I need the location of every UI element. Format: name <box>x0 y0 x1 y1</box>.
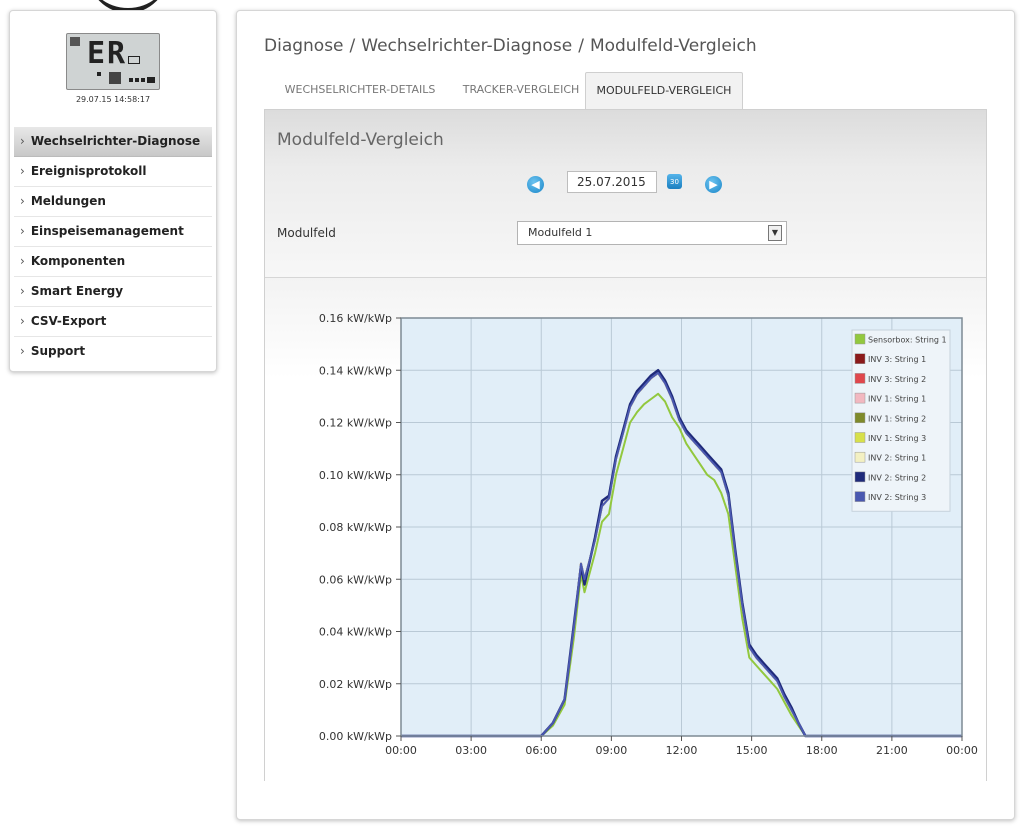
legend-label: INV 1: String 2 <box>868 414 926 423</box>
x-tick-label: 06:00 <box>525 744 557 757</box>
breadcrumb: Diagnose / Wechselrichter-Diagnose / Modulfe… <box>264 36 757 56</box>
dropdown-arrow-icon[interactable]: ▼ <box>768 225 782 241</box>
chevron-right-icon: › <box>20 134 25 148</box>
pv-icon <box>70 37 80 46</box>
sidebar-item-csv-export[interactable]: › CSV-Export <box>14 307 212 337</box>
breadcrumb-separator: / <box>349 36 356 56</box>
sidebar-item-label: Meldungen <box>30 194 106 208</box>
chevron-right-icon: › <box>20 344 25 358</box>
sidebar-item-support[interactable]: › Support <box>14 337 212 367</box>
x-tick-label: 00:00 <box>385 744 417 757</box>
x-tick-label: 09:00 <box>596 744 628 757</box>
legend-label: INV 2: String 1 <box>868 454 926 463</box>
y-tick-label: 0.02 kW/kWp <box>319 678 392 691</box>
tab-modulfeld-vergleich[interactable]: MODULFELD-VERGLEICH <box>585 72 743 110</box>
main-panel: Diagnose / Wechselrichter-Diagnose / Modulfe… <box>236 10 1015 820</box>
sidebar-item-label: CSV-Export <box>30 314 107 328</box>
y-tick-label: 0.08 kW/kWp <box>319 521 392 534</box>
tab-tracker-vergleich[interactable]: TRACKER-VERGLEICH <box>457 72 585 109</box>
y-tick-label: 0.14 kW/kWp <box>319 364 392 377</box>
sidebar-item-ereignisprotokoll[interactable]: › Ereignisprotokoll <box>14 157 212 187</box>
x-tick-label: 12:00 <box>666 744 698 757</box>
legend-label: Sensorbox: String 1 <box>868 336 947 345</box>
legend-swatch <box>854 471 866 483</box>
dot-icon <box>135 78 139 82</box>
legend-label: INV 2: String 3 <box>868 493 926 502</box>
display-text: ER <box>87 36 128 71</box>
chevron-right-icon[interactable]: ▶ <box>705 176 722 193</box>
panel-title: Modulfeld-Vergleich <box>277 130 444 150</box>
legend-label: INV 3: String 2 <box>868 375 926 384</box>
x-tick-label: 15:00 <box>736 744 768 757</box>
chevron-right-icon: › <box>20 224 25 238</box>
chevron-right-icon: › <box>20 254 25 268</box>
breadcrumb-diagnose[interactable]: Diagnose <box>264 36 344 56</box>
sidebar-item-label: Smart Energy <box>30 284 124 298</box>
sidebar-item-label: Komponenten <box>30 254 126 268</box>
legend-swatch <box>854 412 866 424</box>
legend-swatch <box>854 392 866 404</box>
modulfeld-select-value: Modulfeld 1 <box>528 226 593 239</box>
mail-icon <box>128 56 140 64</box>
sidebar-item-label: Ereignisprotokoll <box>30 164 147 178</box>
y-tick-label: 0.10 kW/kWp <box>319 469 392 482</box>
legend-label: INV 1: String 1 <box>868 395 926 404</box>
chart-area: 0.00 kW/kWp 0.02 kW/kWp 0.04 kW/kWp 0.06 kW… <box>265 278 986 781</box>
y-tick-label: 0.06 kW/kWp <box>319 573 392 586</box>
sidebar-item-wechselrichter-diagnose[interactable]: › Wechselrichter-Diagnose <box>14 127 212 157</box>
panel-header: Modulfeld-Vergleich ◀ 25.07.2015 30 ▶ Mo… <box>265 110 986 278</box>
chevron-left-icon[interactable]: ◀ <box>527 176 544 193</box>
dot-icon <box>129 78 133 82</box>
legend-swatch <box>854 333 866 345</box>
indicator-icon <box>97 72 101 76</box>
sidebar-nav: › Wechselrichter-Diagnose › Ereignisprotok… <box>14 127 212 367</box>
sidebar-item-einspeisemanagement[interactable]: › Einspeisemanagement <box>14 217 212 247</box>
sidebar-item-label: Einspeisemanagement <box>30 224 184 238</box>
device-timestamp: 29.07.15 14:58:17 <box>75 95 151 104</box>
sidebar-item-komponenten[interactable]: › Komponenten <box>14 247 212 277</box>
x-tick-label: 18:00 <box>806 744 838 757</box>
line-chart: 0.00 kW/kWp 0.02 kW/kWp 0.04 kW/kWp 0.06 kW… <box>319 312 978 757</box>
legend-swatch <box>854 451 866 463</box>
x-axis: 00:00 03:00 06:00 09:00 12:00 15:00 18:00 21:00… <box>385 736 978 757</box>
legend-swatch <box>854 432 866 443</box>
chevron-right-icon: › <box>20 194 25 208</box>
chevron-right-icon: › <box>20 284 25 298</box>
legend-swatch <box>854 353 866 364</box>
x-tick-label: 00:00 <box>946 744 978 757</box>
y-tick-label: 0.16 kW/kWp <box>319 312 392 325</box>
y-tick-label: 0.00 kW/kWp <box>319 730 392 743</box>
breadcrumb-wechselrichter-diagnose[interactable]: Wechselrichter-Diagnose <box>361 36 572 56</box>
sidebar-item-smart-energy[interactable]: › Smart Energy <box>14 277 212 307</box>
legend-swatch <box>854 373 866 384</box>
calendar-icon[interactable]: 30 <box>667 174 682 189</box>
modulfeld-select[interactable]: Modulfeld 1 ▼ <box>517 221 787 245</box>
sidebar: ER 29.07.15 14:58:17 › Wechselrichter-Dia… <box>9 10 217 372</box>
legend-swatch <box>854 491 866 502</box>
breadcrumb-separator: / <box>578 36 584 56</box>
legend-label: INV 3: String 1 <box>868 355 926 364</box>
sidebar-item-label: Wechselrichter-Diagnose <box>30 134 201 148</box>
sidebar-item-meldungen[interactable]: › Meldungen <box>14 187 212 217</box>
x-tick-label: 21:00 <box>876 744 908 757</box>
breadcrumb-modulfeld-vergleich: Modulfeld-Vergleich <box>589 36 757 56</box>
legend-label: INV 2: String 2 <box>868 473 926 482</box>
modulfeld-label: Modulfeld <box>277 226 336 240</box>
dot-icon <box>141 78 145 82</box>
chevron-right-icon: › <box>20 314 25 328</box>
chevron-right-icon: › <box>20 164 25 178</box>
content-panel: Modulfeld-Vergleich ◀ 25.07.2015 30 ▶ Mo… <box>264 109 987 781</box>
x-tick-label: 03:00 <box>455 744 487 757</box>
legend-label: INV 1: String 3 <box>868 434 926 443</box>
battery-icon <box>147 77 155 83</box>
date-field[interactable]: 25.07.2015 <box>567 171 657 193</box>
y-axis: 0.00 kW/kWp 0.02 kW/kWp 0.04 kW/kWp 0.06 kW… <box>319 312 401 743</box>
meter-icon <box>109 72 121 84</box>
tab-wechselrichter-details[interactable]: WECHSELRICHTER-DETAILS <box>264 72 456 109</box>
y-tick-label: 0.12 kW/kWp <box>319 417 392 430</box>
device-display: ER <box>66 33 160 90</box>
chart-legend: Sensorbox: String 1 INV 3: String 1 INV 3:… <box>851 329 951 512</box>
y-tick-label: 0.04 kW/kWp <box>319 626 392 639</box>
sidebar-item-label: Support <box>30 344 86 358</box>
